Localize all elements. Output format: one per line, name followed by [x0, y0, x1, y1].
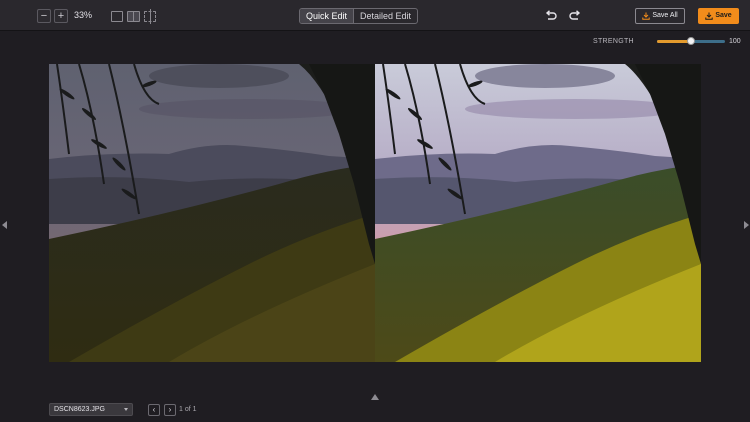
chevron-down-icon	[124, 408, 128, 411]
strength-value: 100	[729, 38, 741, 45]
redo-icon[interactable]	[568, 9, 582, 23]
compare-view-icon[interactable]	[144, 9, 156, 24]
save-all-label: Save All	[652, 12, 678, 19]
before-photo	[49, 64, 375, 362]
next-image-arrow-icon[interactable]	[744, 221, 749, 229]
save-label: Save	[715, 12, 732, 19]
page-indicator: 1 of 1	[179, 406, 197, 413]
prev-page-button[interactable]: ‹	[148, 404, 160, 416]
next-page-button[interactable]: ›	[164, 404, 176, 416]
tab-quick-edit[interactable]: Quick Edit	[300, 9, 354, 23]
expand-panel-arrow-icon[interactable]	[371, 394, 379, 400]
undo-icon[interactable]	[544, 9, 558, 23]
file-select[interactable]: DSCN8623.JPG	[49, 403, 133, 416]
strength-label: STRENGTH	[593, 38, 634, 45]
save-button[interactable]: Save	[698, 8, 739, 24]
split-view-icon[interactable]	[127, 11, 140, 22]
tab-detailed-edit[interactable]: Detailed Edit	[353, 9, 417, 23]
zoom-in-button[interactable]: +	[54, 9, 68, 23]
download-icon	[705, 12, 714, 20]
edit-mode-tabs: Quick Edit Detailed Edit	[299, 8, 419, 24]
after-photo	[375, 64, 701, 362]
split-divider	[133, 12, 134, 21]
strength-slider[interactable]	[657, 37, 725, 45]
download-icon	[642, 12, 651, 20]
prev-image-arrow-icon[interactable]	[2, 221, 7, 229]
file-name: DSCN8623.JPG	[54, 406, 105, 413]
zoom-level: 33%	[74, 10, 93, 20]
save-all-button[interactable]: Save All	[635, 8, 685, 24]
zoom-out-button[interactable]: −	[37, 9, 51, 23]
strength-slider-fill	[657, 40, 691, 43]
top-toolbar: − + 33% Quick Edit Detailed Edit Save Al…	[0, 0, 750, 31]
strength-slider-thumb[interactable]	[687, 37, 695, 45]
compare-divider	[150, 9, 151, 24]
single-view-icon[interactable]	[111, 11, 123, 22]
